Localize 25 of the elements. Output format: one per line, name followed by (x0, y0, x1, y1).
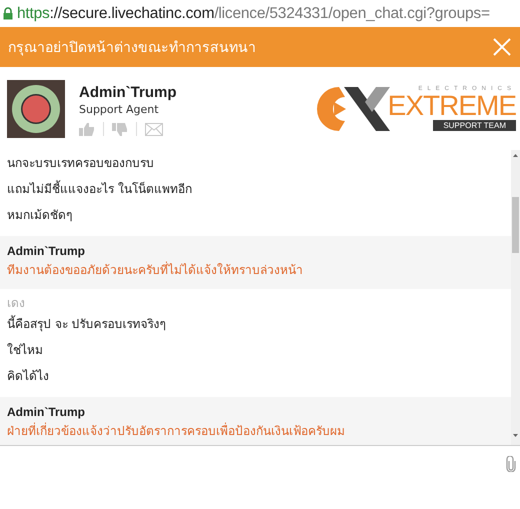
message-author: Admin`Trump (7, 404, 86, 420)
close-icon[interactable] (492, 37, 512, 57)
message-text: ทีมงานต้องขออภัยด้วยนะครับที่ไม่ได้แจ้งให้ทราบล่วงหน้า (7, 260, 304, 279)
thumbs-down-icon[interactable] (112, 122, 128, 136)
agent-name: Admin`Trump (79, 84, 176, 101)
avatar-icon (7, 80, 65, 138)
message-text: หมกเม้ดชัดๆ (7, 207, 73, 224)
message-text: นี้คือสรุป จะ ปรับครอบเรทจริงๆ (7, 314, 167, 334)
paperclip-icon[interactable] (506, 456, 516, 472)
message-text: แถมไม่มีชี้แแจงอะไร ในโน็ตแพทอีก (7, 179, 193, 198)
thumbs-up-icon[interactable] (79, 122, 95, 136)
envelope-icon[interactable] (145, 122, 163, 136)
message-text: นกจะบรบเรทครอบของกบรบ (7, 155, 155, 172)
message-text: คิดได้ไง (7, 368, 50, 385)
message-author: เดง (7, 295, 26, 311)
agent-role: Support Agent (79, 103, 160, 116)
logo-band: SUPPORT TEAM (433, 120, 516, 131)
lock-icon (3, 7, 13, 20)
message-text: ฝ่ายที่เกี่ยวข้องแจ้งว่าปรับอัตราการครอบเพื่อป้องกันเงินเฟ้อครับผม (7, 422, 346, 440)
url-text[interactable]: https://secure.livechatinc.com/licence/5324331/open_chat.cgi?groups= (17, 4, 490, 22)
message-author: Admin`Trump (7, 243, 86, 259)
logo-wordmark: EXTREME (388, 92, 516, 120)
message-text: ใช่ไหม (7, 342, 44, 359)
scrollbar-drawing[interactable] (511, 150, 520, 445)
header-title: กรุณาอย่าปิดหน้าต่างขณะทำการสนทนา (8, 39, 256, 58)
